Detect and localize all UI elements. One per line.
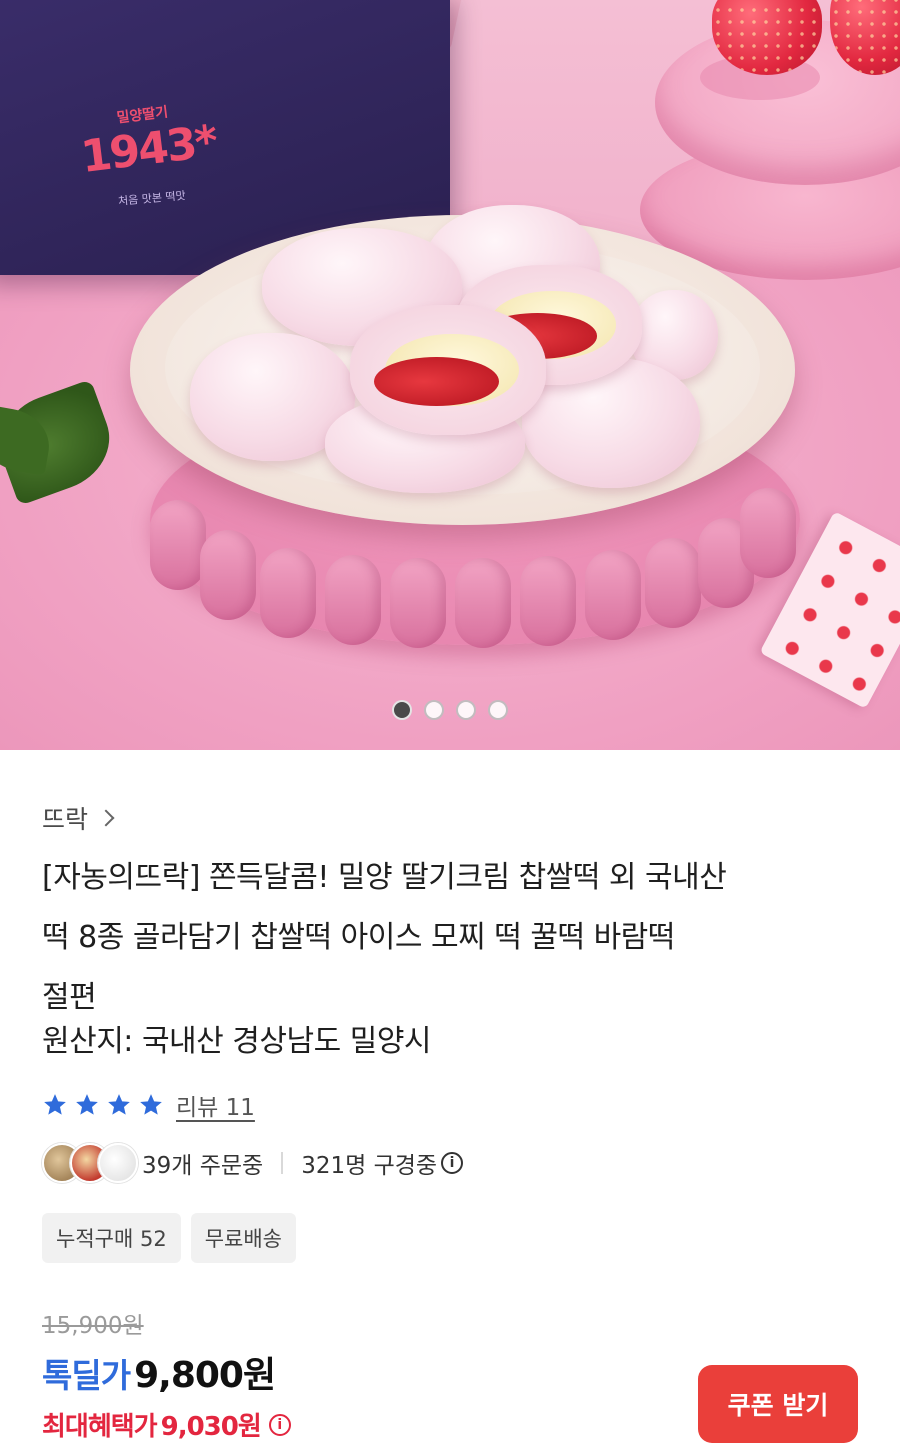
stand-scallop <box>520 556 576 646</box>
max-benefit-price: 9,030원 <box>160 1412 262 1442</box>
orders-count: 39개 주문중 <box>142 1153 264 1179</box>
stand-scallop <box>200 530 256 620</box>
order-activity: 39개 주문중 321명 구경중 i <box>42 1143 464 1183</box>
product-title-line: 떡 8종 골라담기 찹쌀떡 아이스 모찌 떡 꿀떡 바람떡 <box>42 920 675 955</box>
product-tags: 누적구매 52 무료배송 <box>42 1213 296 1263</box>
buyer-avatar <box>98 1143 138 1183</box>
deal-price: 9,800원 <box>134 1355 276 1396</box>
original-price: 15,900원 <box>42 1313 144 1339</box>
max-benefit-row: 최대혜택가 9,030원 i <box>42 1406 291 1443</box>
mochi-cut-image <box>350 305 546 435</box>
viewers-count: 321명 구경중 <box>301 1153 438 1179</box>
stand-scallop <box>740 488 796 578</box>
star-icon <box>108 1094 130 1115</box>
review-count-link[interactable]: 리뷰 11 <box>176 1088 255 1122</box>
star-icon <box>76 1094 98 1115</box>
rating: 리뷰 11 <box>42 1088 255 1122</box>
divider <box>281 1152 284 1174</box>
stand-scallop <box>455 558 511 648</box>
deal-price-row: 톡딜가 9,800원 <box>42 1346 276 1398</box>
product-image-carousel[interactable]: 밀양딸기 1943* 처음 맛본 떡맛 <box>0 0 900 750</box>
star-icon <box>140 1094 162 1115</box>
seller-link[interactable]: 뜨락 <box>42 800 115 836</box>
product-detail: 뜨락 [자농의뜨락] 쫀득달콤! 밀양 딸기크림 찹쌀떡 외 국내산 떡 8종 … <box>0 750 900 1452</box>
product-title-line: [자농의뜨락] 쫀득달콤! 밀양 딸기크림 찹쌀떡 외 국내산 <box>42 860 727 895</box>
stand-scallop <box>390 558 446 648</box>
deal-label: 톡딜가 <box>42 1356 131 1395</box>
carousel-dot[interactable] <box>456 700 476 720</box>
stand-scallop <box>645 538 701 628</box>
stand-scallop <box>150 500 206 590</box>
chevron-right-icon <box>97 809 115 827</box>
stand-scallop <box>585 550 641 640</box>
carousel-indicator <box>0 700 900 720</box>
info-icon[interactable]: i <box>441 1152 464 1174</box>
carousel-dot-active[interactable] <box>392 700 412 720</box>
stand-scallop <box>325 555 381 645</box>
stand-scallop <box>260 548 316 638</box>
tag-cumulative-purchase: 누적구매 52 <box>42 1213 181 1263</box>
carousel-dot[interactable] <box>488 700 508 720</box>
product-origin: 원산지: 국내산 경상남도 밀양시 <box>42 1024 432 1059</box>
carousel-dot[interactable] <box>424 700 444 720</box>
info-icon[interactable]: i <box>268 1413 291 1436</box>
get-coupon-button[interactable]: 쿠폰 받기 <box>698 1365 858 1443</box>
product-title: [자농의뜨락] 쫀득달콤! 밀양 딸기크림 찹쌀떡 외 국내산 떡 8종 골라담… <box>42 848 862 1028</box>
tag-free-shipping: 무료배송 <box>190 1213 296 1263</box>
mochi-jam <box>373 357 499 407</box>
max-benefit-label: 최대혜택가 <box>42 1412 158 1442</box>
seller-name: 뜨락 <box>42 805 89 834</box>
star-icon <box>44 1094 66 1115</box>
